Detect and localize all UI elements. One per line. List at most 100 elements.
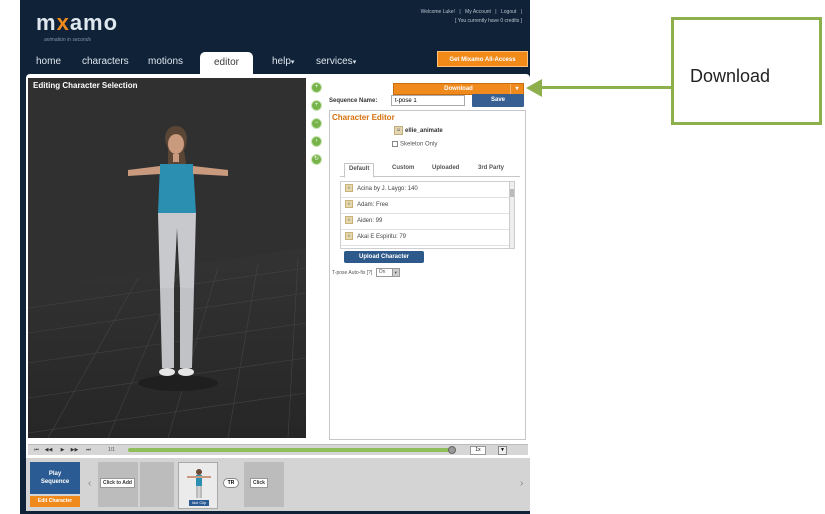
download-label: Download (444, 86, 473, 92)
list-item[interactable]: ☺ Adam: Free (341, 198, 509, 214)
separator: | (495, 9, 497, 15)
sequence-slot[interactable]: Click (244, 462, 284, 507)
play-icon[interactable]: ▶ (58, 447, 67, 454)
minus-icon[interactable]: − (311, 118, 322, 129)
nav-motions[interactable]: motions (148, 56, 183, 67)
timeline-scrubber[interactable] (448, 446, 456, 454)
nav-characters[interactable]: characters (82, 56, 129, 67)
step-back-icon[interactable]: ◀◀ (44, 447, 53, 454)
3d-viewport[interactable]: Editing Character Selection (28, 78, 306, 438)
upload-character-button[interactable]: Upload Character (344, 251, 424, 263)
character-icon: ☺ (345, 184, 353, 193)
logo-text-suffix: amo (69, 10, 119, 35)
current-character: ☺ ellie_animate (394, 126, 443, 135)
click-to-add-slot[interactable]: Click to Add (100, 478, 135, 488)
play-sequence-label-1: Play (48, 471, 62, 477)
edit-character-button[interactable]: Edit Character (30, 496, 80, 507)
list-item-label: Adam: Free (357, 202, 389, 208)
character-icon: ☺ (345, 232, 353, 241)
step-forward-icon[interactable]: ▶▶ (70, 447, 79, 454)
character-icon: ☺ (345, 200, 353, 209)
skeleton-only-checkbox[interactable] (392, 141, 398, 147)
list-item-label: Akai E Espiritu: 79 (357, 234, 407, 240)
skip-to-end-icon[interactable]: ⏭ (84, 447, 93, 454)
logout-link[interactable]: Logout (501, 9, 516, 15)
list-item-label: Aiden: 99 (357, 218, 383, 224)
nav-editor[interactable]: editor (200, 52, 254, 74)
chevron-down-icon[interactable]: ▼ (498, 446, 507, 455)
nav-services[interactable]: services▾ (316, 56, 356, 67)
viewport-scene (28, 78, 306, 438)
character-name: ellie_animate (405, 128, 443, 135)
tab-custom[interactable]: Custom (388, 163, 418, 173)
callout-arrow-line (540, 86, 671, 89)
mixamo-app-window: mxamo animation in seconds Welcome Luke!… (20, 0, 530, 514)
list-item[interactable]: ☺ Akai E Espiritu: 79 (341, 230, 509, 246)
sequence-slot-empty[interactable] (140, 462, 174, 507)
callout-arrow-head (526, 79, 542, 97)
character-list: ☺ Acina by J. Laygo: 140 ☺ Adam: Free ☺ Aid… (340, 181, 510, 249)
character-shadow (138, 375, 218, 391)
get-all-access-button[interactable]: Get Mixamo All-Access (437, 51, 528, 67)
tpose-autofix-label: T-pose Auto-fix [?] (332, 269, 373, 276)
character-editor-title: Character Editor (332, 113, 395, 122)
save-button[interactable]: Save (472, 94, 524, 107)
click-slot[interactable]: Click (250, 478, 268, 488)
character-tabs: Default Custom Uploaded 3rd Party (340, 163, 520, 178)
list-item[interactable]: ☺ Aiden: 99 (341, 214, 509, 230)
nav-services-label: services (316, 56, 353, 67)
download-callout: Download (671, 17, 822, 125)
chevron-down-icon[interactable]: ▾ (510, 84, 523, 94)
logo-tagline: animation in seconds (44, 37, 91, 43)
tab-uploaded[interactable]: Uploaded (428, 163, 463, 173)
skeleton-only-option[interactable]: Skeleton Only (392, 141, 437, 148)
timeline-bar: ⏮ ◀◀ ▶ ▶▶ ⏭ 1/1 1x ▼ (28, 444, 528, 455)
sequence-bar: Play Sequence Edit Character ‹ Click to … (26, 458, 530, 511)
character-icon: ☺ (394, 126, 403, 135)
logo-text-prefix: m (36, 10, 57, 35)
character-editor-panel: Character Editor ☺ ellie_animate Skeleton… (329, 110, 526, 440)
character-list-scrollbar[interactable] (509, 181, 515, 249)
logo-text-x: x (56, 10, 70, 35)
mixamo-logo[interactable]: mxamo (36, 10, 118, 36)
viewport-title: Editing Character Selection (33, 81, 138, 90)
scrollbar-thumb[interactable] (510, 189, 514, 197)
sequence-name-label: Sequence Name: (329, 98, 378, 104)
chevron-down-icon: ▾ (352, 59, 357, 66)
my-account-link[interactable]: My Account (465, 9, 491, 15)
play-sequence-label-2: Sequence (40, 479, 70, 485)
chevron-down-icon: ▼ (391, 269, 399, 276)
transition-button[interactable]: TR (223, 478, 239, 488)
skeleton-only-label: Skeleton Only (400, 141, 438, 148)
chevron-down-icon: ▾ (290, 59, 295, 66)
tpose-autofix-value: On (378, 269, 386, 275)
chevron-right-icon[interactable]: › (520, 478, 523, 489)
tab-3rd-party[interactable]: 3rd Party (474, 163, 508, 173)
timeline-track[interactable] (128, 448, 456, 452)
separator: | (520, 9, 522, 15)
tpose-autofix-select[interactable]: On ▼ (375, 268, 400, 277)
list-item-label: Acina by J. Laygo: 140 (357, 186, 418, 192)
rotate-icon[interactable]: ↻ (311, 154, 322, 165)
list-item[interactable]: ☺ Acina by J. Laygo: 140 (341, 182, 509, 198)
welcome-text: Welcome Luke! (420, 9, 455, 15)
account-links: Welcome Luke! | My Account | Logout | [ … (418, 8, 522, 26)
skip-to-start-icon[interactable]: ⏮ (32, 447, 41, 454)
sequence-slot[interactable]: Click to Add (98, 462, 138, 507)
character-icon: ☺ (345, 216, 353, 225)
character-thumbnail[interactable]: Idol Clip (178, 462, 218, 509)
forward-icon[interactable]: › (311, 136, 322, 147)
nav-home[interactable]: home (36, 56, 61, 67)
zoom-in-icon[interactable]: + (311, 82, 322, 93)
playback-speed-select[interactable]: 1x (470, 446, 486, 455)
play-sequence-button[interactable]: Play Sequence (30, 462, 80, 494)
chevron-left-icon[interactable]: ‹ (88, 478, 91, 489)
callout-text: Download (690, 66, 771, 86)
nav-help[interactable]: help▾ (272, 56, 294, 67)
character-thumbnail-image (187, 469, 211, 498)
sequence-name-input[interactable] (391, 95, 465, 106)
tab-default[interactable]: Default (344, 163, 375, 178)
add-icon[interactable]: + (311, 100, 322, 111)
credits-text: [ You currently have 0 credits ] (455, 18, 522, 24)
tpose-autofix: T-pose Auto-fix [?] On ▼ (332, 268, 400, 277)
